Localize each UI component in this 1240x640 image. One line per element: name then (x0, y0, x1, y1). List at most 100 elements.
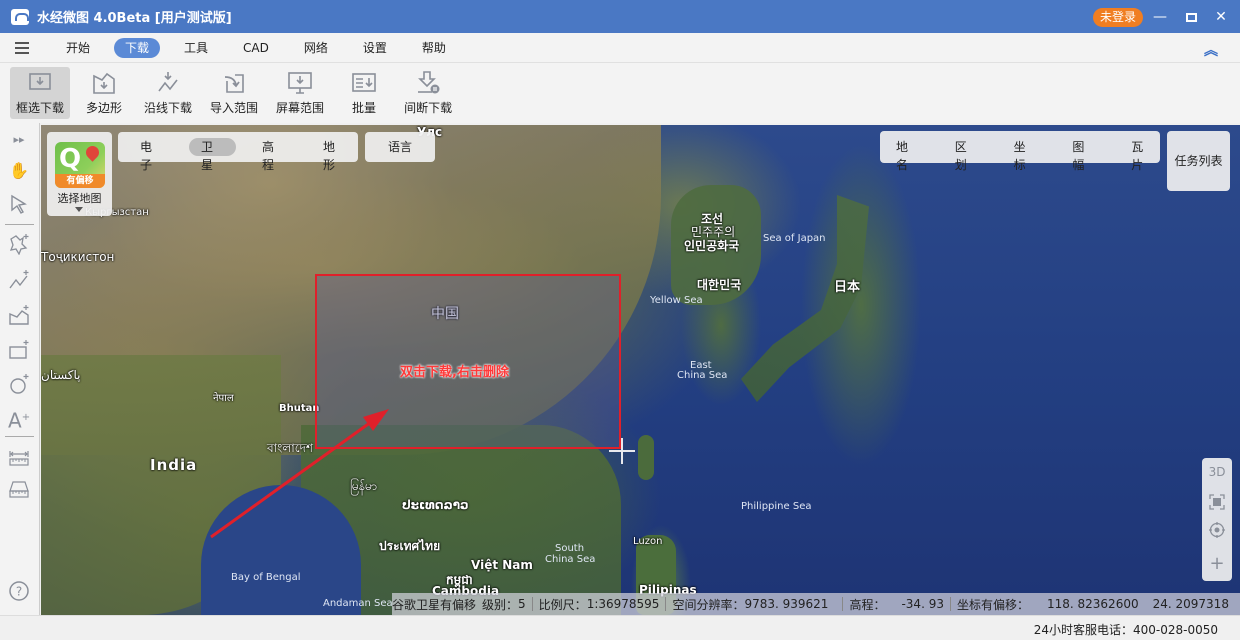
customer-service-hotline: 24小时客服电话：400-028-0050 (1033, 623, 1218, 637)
latitude-value: 24. 2097318 (1152, 597, 1229, 611)
maximize-icon (1185, 12, 1197, 22)
map-source-chooser[interactable]: Q 有偏移 选择地图 (47, 132, 112, 216)
left-sidebar: ▸▸ ✋ A+ ? (0, 123, 40, 615)
overlay-panel: 地名 区划 坐标 图幅 瓦片 (880, 131, 1160, 172)
map-label-nepal: नेपाल (213, 393, 234, 404)
select-arrow-icon[interactable] (8, 193, 30, 215)
locate-icon[interactable] (1202, 522, 1232, 541)
elevation-label: 高程： (849, 597, 886, 612)
box-download-button[interactable]: 框选下载 (10, 67, 71, 119)
batch-button[interactable]: 批量 (336, 67, 392, 119)
menu-bar: 开始 下载 工具 CAD 网络 设置 帮助 ︽ (0, 33, 1240, 63)
menu-tools[interactable]: 工具 (173, 38, 219, 58)
layer-type-panel: 电子 卫星 高程 地形 (118, 132, 358, 172)
add-marker-icon[interactable] (8, 233, 30, 256)
screen-range-icon (288, 71, 312, 94)
maximize-button[interactable] (1181, 7, 1201, 27)
measure-area-icon[interactable] (8, 479, 30, 501)
overlay-map-sheets[interactable]: 图幅 (1060, 138, 1101, 172)
map-status-bar: 谷歌卫星有偏移 级别： 5 比例尺： 1:36978595 空间分辨率： 978… (392, 593, 1240, 615)
menu-network[interactable]: 网络 (293, 38, 339, 58)
resolution-value: 9783. 939621 (744, 597, 829, 611)
minimize-button[interactable]: — (1150, 7, 1170, 27)
map-pin-icon (83, 143, 102, 162)
map-view-tools: 3D + (1202, 458, 1232, 581)
language-panel: 语言 (365, 132, 435, 162)
svg-text:?: ? (16, 585, 22, 599)
double-chevron-up-icon[interactable]: ︽ (1204, 40, 1218, 60)
menu-download[interactable]: 下载 (114, 37, 161, 58)
add-rectangle-icon[interactable] (8, 339, 30, 361)
layer-electronic[interactable]: 电子 (128, 138, 175, 172)
coordinate-label: 坐标有偏移： (956, 597, 1029, 612)
add-line-icon[interactable] (8, 269, 30, 291)
resume-download-icon (418, 70, 440, 93)
hamburger-menu-icon[interactable] (15, 39, 29, 57)
help-icon[interactable]: ? (8, 580, 30, 602)
map-label-laos: ປະເທດລາວ (402, 498, 469, 512)
fullscreen-icon[interactable] (1202, 494, 1232, 513)
overlay-tiles[interactable]: 瓦片 (1119, 138, 1160, 172)
map-label-myanmar: မြန်မာ (350, 479, 377, 493)
add-circle-icon[interactable] (8, 373, 30, 395)
selection-hint: 双击下载,右击删除 (400, 365, 509, 380)
menu-start[interactable]: 开始 (55, 38, 101, 58)
menu-cad[interactable]: CAD (232, 38, 280, 58)
map-label-vietnam: Việt Nam (471, 558, 533, 572)
add-polygon-icon[interactable] (8, 304, 30, 326)
line-download-button[interactable]: 沿线下载 (138, 67, 198, 119)
add-text-icon[interactable]: A+ (8, 407, 30, 432)
sidebar-divider (5, 224, 34, 225)
language-button[interactable]: 语言 (376, 138, 424, 156)
map-label-pakistan: پاکستان (41, 368, 81, 382)
status-divider (842, 597, 844, 611)
caret-down-icon (75, 207, 83, 212)
longitude-value: 118. 82362600 (1046, 597, 1139, 611)
layer-satellite[interactable]: 卫星 (189, 138, 236, 172)
scale-label: 比例尺： (538, 597, 587, 612)
box-download-icon (29, 72, 51, 90)
login-status-button[interactable]: 未登录 (1093, 8, 1143, 27)
map-label-philippine-sea: Philippine Sea (741, 501, 812, 512)
pan-hand-icon[interactable]: ✋ (8, 160, 30, 182)
task-list-button[interactable]: 任务列表 (1167, 131, 1230, 191)
overlay-place-names[interactable]: 地名 (884, 138, 925, 172)
polygon-download-icon (93, 72, 115, 94)
map-label-north-korea: 인민공화국 (684, 239, 740, 253)
offset-badge: 有偏移 (55, 174, 105, 188)
polygon-download-button[interactable]: 多边形 (76, 67, 132, 119)
scale-value: 1:36978595 (586, 597, 660, 611)
zoom-in-button[interactable]: + (1202, 553, 1232, 574)
map-source-status: 谷歌卫星有偏移 (392, 597, 477, 612)
app-title: 水经微图 4.0Beta [用户测试版] (37, 11, 232, 26)
map-canvas[interactable]: Улс Кыргызстан Тоҷикистон پاکستان नेपाल … (41, 125, 1240, 615)
map-label-japan: 日本 (834, 280, 861, 295)
title-bar: 水经微图 4.0Beta [用户测试版] 未登录 — ✕ (0, 0, 1240, 33)
map-chooser-label: 选择地图 (57, 192, 102, 205)
batch-label: 批量 (352, 100, 377, 115)
screen-range-button[interactable]: 屏幕范围 (270, 67, 330, 119)
overlay-divisions[interactable]: 区划 (943, 138, 984, 172)
crosshair-cursor-icon (609, 438, 635, 464)
map-label-yellow-sea: Yellow Sea (650, 295, 703, 306)
map-label-sea-of-japan: Sea of Japan (763, 233, 826, 244)
map-label-india: India (150, 456, 198, 474)
map-label-andaman-sea: Andaman Sea (323, 598, 393, 609)
expand-icon[interactable]: ▸▸ (8, 129, 30, 151)
overlay-coordinates[interactable]: 坐标 (1002, 138, 1043, 172)
menu-settings[interactable]: 设置 (352, 38, 398, 58)
import-range-button[interactable]: 导入范围 (204, 67, 264, 119)
menu-help[interactable]: 帮助 (411, 38, 457, 58)
layer-elevation[interactable]: 高程 (250, 138, 297, 172)
bottom-bar: 24小时客服电话：400-028-0050 (0, 615, 1240, 640)
layer-terrain[interactable]: 地形 (311, 138, 358, 172)
resume-download-button[interactable]: 间断下载 (398, 67, 458, 119)
line-download-icon (158, 71, 178, 91)
close-button[interactable]: ✕ (1211, 7, 1231, 27)
status-divider (949, 597, 951, 611)
batch-icon (352, 72, 376, 92)
app-logo-icon (11, 8, 29, 25)
sidebar-divider (5, 436, 34, 437)
measure-distance-icon[interactable] (8, 447, 30, 469)
mode-3d-button[interactable]: 3D (1202, 465, 1232, 479)
